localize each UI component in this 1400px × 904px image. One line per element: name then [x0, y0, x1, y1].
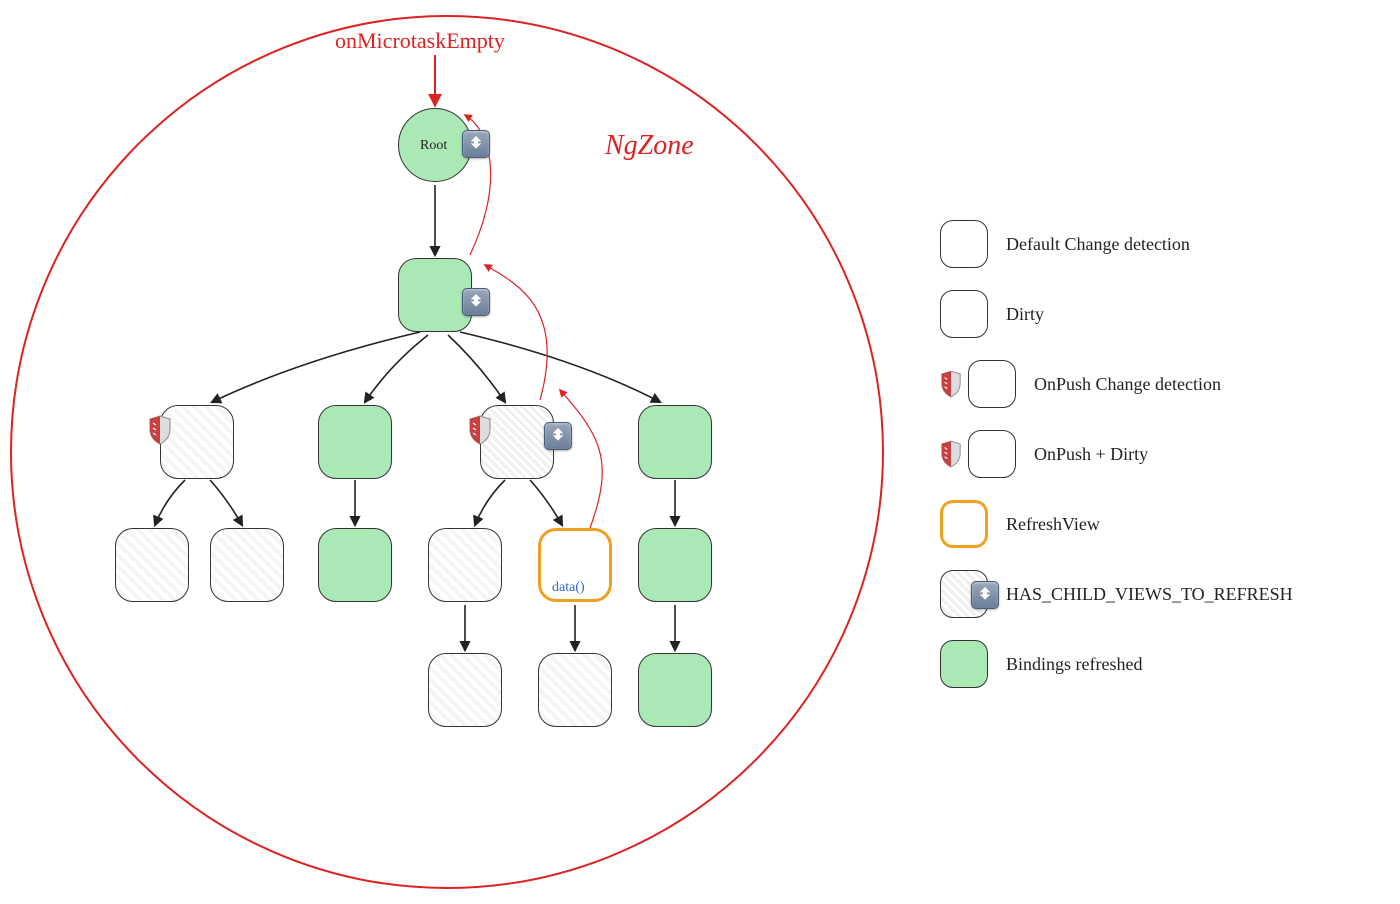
legend-swatch	[940, 500, 988, 548]
shield-icon	[940, 440, 962, 468]
legend-item-dirty: Dirty	[940, 290, 1360, 338]
data-signal-label: data()	[552, 580, 585, 596]
legend-item-refreshview: RefreshView	[940, 500, 1360, 548]
shield-icon	[148, 415, 172, 445]
trigger-label: onMicrotaskEmpty	[335, 28, 505, 54]
legend-swatch	[940, 570, 988, 618]
legend-swatch	[940, 220, 988, 268]
legend-item-default: Default Change detection	[940, 220, 1360, 268]
legend-swatch	[940, 640, 988, 688]
tree-node	[638, 405, 712, 479]
shield-icon	[940, 370, 962, 398]
refresh-badge-icon	[462, 130, 490, 158]
legend-label: Dirty	[1006, 304, 1044, 325]
refresh-badge-icon	[462, 288, 490, 316]
legend-swatch	[968, 360, 1016, 408]
legend-item-refreshed: Bindings refreshed	[940, 640, 1360, 688]
legend-swatch	[968, 430, 1016, 478]
refresh-badge-icon	[544, 422, 572, 450]
refresh-badge-icon	[971, 581, 999, 609]
tree-node	[318, 405, 392, 479]
legend-item-onpush: OnPush Change detection	[940, 360, 1360, 408]
legend-item-haschild: HAS_CHILD_VIEWS_TO_REFRESH	[940, 570, 1360, 618]
root-label: Root	[420, 138, 447, 154]
legend-label: Default Change detection	[1006, 234, 1190, 255]
tree-node	[538, 653, 612, 727]
legend: Default Change detection Dirty OnPush Ch…	[940, 220, 1360, 710]
tree-node	[318, 528, 392, 602]
zone-label: NgZone	[605, 130, 694, 162]
tree-node	[638, 528, 712, 602]
tree-node	[210, 528, 284, 602]
legend-label: Bindings refreshed	[1006, 654, 1142, 675]
legend-item-onpush-dirty: OnPush + Dirty	[940, 430, 1360, 478]
legend-label: HAS_CHILD_VIEWS_TO_REFRESH	[1006, 584, 1293, 605]
diagram-canvas: onMicrotaskEmpty NgZone	[0, 0, 1400, 904]
shield-icon	[468, 415, 492, 445]
legend-label: OnPush + Dirty	[1034, 444, 1148, 465]
legend-swatch	[940, 290, 988, 338]
tree-node	[115, 528, 189, 602]
legend-label: OnPush Change detection	[1034, 374, 1221, 395]
tree-node	[638, 653, 712, 727]
tree-node	[428, 653, 502, 727]
tree-node	[398, 258, 472, 332]
legend-label: RefreshView	[1006, 514, 1100, 535]
tree-node	[428, 528, 502, 602]
